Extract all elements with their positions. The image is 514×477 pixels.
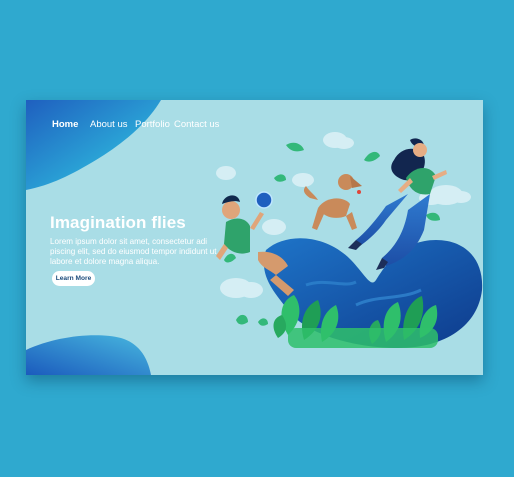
nav-about-us-link[interactable]: About us [90,119,128,130]
nav-home-link[interactable]: Home [52,119,78,130]
landing-page-card: Home About us Portfolio Contact us Imagi… [26,100,483,375]
bottom-wave-shape [26,335,151,375]
hero-title: Imagination flies [50,213,186,232]
top-wave-shape [26,100,161,190]
nav-portfolio-link[interactable]: Portfolio [135,119,170,130]
nav-contact-us-link[interactable]: Contact us [174,119,219,130]
hero-description: Lorem ipsum dolor sit amet, consectetur … [50,237,217,267]
learn-more-button[interactable]: Learn More [52,271,95,286]
